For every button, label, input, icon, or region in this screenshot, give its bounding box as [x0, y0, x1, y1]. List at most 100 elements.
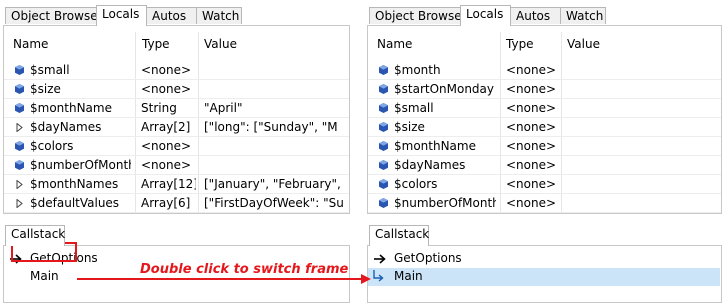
left-locals-grid: Name Type Value $small <none> $size <none> $…	[4, 26, 349, 213]
variable-row[interactable]: $dayNames <none>	[368, 156, 721, 175]
variable-value: ["long": ["Sunday", "M	[204, 120, 338, 134]
right-locals-panel: Object Browser Locals Autos Watch Name T…	[367, 5, 722, 214]
variable-name: $colors	[30, 139, 74, 153]
tab-locals[interactable]: Locals	[96, 5, 147, 26]
variable-type: <none>	[506, 139, 557, 153]
variable-type: <none>	[506, 82, 557, 96]
variable-icon	[379, 198, 388, 208]
variable-icon	[379, 179, 388, 189]
variable-name: $numberOfMonths	[30, 158, 131, 172]
right-grid-header: Name Type Value	[368, 26, 721, 61]
expand-triangle-icon[interactable]	[16, 123, 23, 132]
variable-name: $month	[394, 63, 441, 77]
annotation-label: Double click to switch frame	[140, 262, 349, 277]
variable-row[interactable]: $monthName <none>	[368, 137, 721, 156]
right-locals-frame: Name Type Value $month <none> $startOnMond…	[367, 25, 722, 214]
variable-row[interactable]: $colors <none>	[4, 137, 349, 156]
variable-row[interactable]: $startOnMonday <none>	[368, 80, 721, 99]
callstack-frame-label: Main	[394, 269, 423, 283]
variable-icon	[15, 84, 24, 94]
variable-name: $numberOfMonths	[394, 196, 496, 210]
variable-row[interactable]: $size <none>	[368, 118, 721, 137]
tab-object-browser[interactable]: Object Browser	[5, 7, 103, 24]
variable-value: ["FirstDayOfWeek": "Su	[204, 196, 344, 210]
variable-row[interactable]: $numberOfMonths <none>	[368, 194, 721, 213]
variable-row[interactable]: $month <none>	[368, 61, 721, 80]
variable-icon	[379, 103, 388, 113]
selected-frame-arrow-icon	[373, 270, 384, 282]
variable-name: $size	[394, 120, 425, 134]
variable-row[interactable]: $monthName String "April"	[4, 99, 349, 118]
variable-icon	[15, 65, 24, 75]
variable-icon	[379, 141, 388, 151]
callstack-frame-label: Main	[30, 269, 59, 283]
variable-type: Array[12]	[141, 177, 196, 191]
tab-watch[interactable]: Watch	[560, 7, 606, 24]
right-callstack-list: GetOptions Main	[368, 246, 721, 302]
callstack-frame-label: GetOptions	[394, 251, 462, 265]
variable-type: Array[6]	[141, 196, 191, 210]
variable-name: $dayNames	[30, 120, 102, 134]
variable-row[interactable]: $small <none>	[4, 61, 349, 80]
left-locals-tabs: Object Browser Locals Autos Watch	[3, 5, 350, 26]
expand-triangle-icon[interactable]	[16, 199, 23, 208]
column-header-type[interactable]: Type	[506, 37, 534, 51]
column-header-name[interactable]: Name	[377, 37, 412, 51]
right-callstack-panel: Callstack GetOptions Main	[367, 225, 722, 303]
variable-value: "April"	[204, 101, 243, 115]
callstack-frame[interactable]: GetOptions	[368, 250, 721, 268]
variable-type: <none>	[141, 63, 192, 77]
variable-type: String	[141, 101, 177, 115]
variable-name: $colors	[394, 177, 438, 191]
variable-type: Array[2]	[141, 120, 191, 134]
variable-type: <none>	[506, 120, 557, 134]
variable-row[interactable]: $monthNames Array[12] ["January", "Februar…	[4, 175, 349, 194]
variable-name: $monthName	[394, 139, 476, 153]
right-locals-tabs: Object Browser Locals Autos Watch	[367, 5, 722, 26]
variable-name: $dayNames	[394, 158, 466, 172]
left-locals-panel: Object Browser Locals Autos Watch Name T…	[3, 5, 350, 214]
variable-row[interactable]: $size <none>	[4, 80, 349, 99]
variable-type: <none>	[141, 82, 192, 96]
variable-type: <none>	[506, 63, 557, 77]
tab-callstack[interactable]: Callstack	[5, 225, 65, 246]
callstack-frame[interactable]: Main	[368, 268, 720, 286]
row-divider	[368, 212, 721, 213]
column-header-value[interactable]: Value	[204, 37, 237, 51]
column-header-value[interactable]: Value	[567, 37, 600, 51]
variable-name: $startOnMonday	[394, 82, 495, 96]
tab-autos[interactable]: Autos	[510, 7, 561, 24]
tab-watch[interactable]: Watch	[196, 7, 242, 24]
variable-name: $small	[30, 63, 70, 77]
variable-name: $small	[394, 101, 434, 115]
variable-type: <none>	[506, 177, 557, 191]
variable-name: $size	[30, 82, 61, 96]
tab-autos[interactable]: Autos	[146, 7, 197, 24]
variable-row[interactable]: $colors <none>	[368, 175, 721, 194]
right-locals-grid: Name Type Value $month <none> $startOnMond…	[368, 26, 721, 213]
left-locals-frame: Name Type Value $small <none> $size <none> $…	[3, 25, 350, 214]
variable-name: $defaultValues	[30, 196, 120, 210]
tab-object-browser[interactable]: Object Browser	[369, 7, 467, 24]
variable-row[interactable]: $numberOfMonths <none>	[4, 156, 349, 175]
variable-icon	[15, 160, 24, 170]
variable-value: ["January", "February",	[204, 177, 341, 191]
variable-type: <none>	[141, 158, 192, 172]
variable-name: $monthName	[30, 101, 112, 115]
variable-icon	[379, 122, 388, 132]
variable-row[interactable]: $small <none>	[368, 99, 721, 118]
right-callstack-frame: GetOptions Main	[367, 245, 722, 303]
tab-locals[interactable]: Locals	[460, 5, 511, 26]
column-header-name[interactable]: Name	[13, 37, 48, 51]
variable-row[interactable]: $dayNames Array[2] ["long": ["Sunday", "M	[4, 118, 349, 137]
variable-name: $monthNames	[30, 177, 119, 191]
expand-triangle-icon[interactable]	[16, 180, 23, 189]
column-header-type[interactable]: Type	[142, 37, 170, 51]
variable-row[interactable]: $defaultValues Array[6] ["FirstDayOfWeek":…	[4, 194, 349, 213]
left-grid-header: Name Type Value	[4, 26, 349, 61]
variable-icon	[15, 141, 24, 151]
variable-type: <none>	[141, 139, 192, 153]
variable-type: <none>	[506, 101, 557, 115]
tab-callstack[interactable]: Callstack	[369, 225, 429, 246]
variable-icon	[15, 103, 24, 113]
